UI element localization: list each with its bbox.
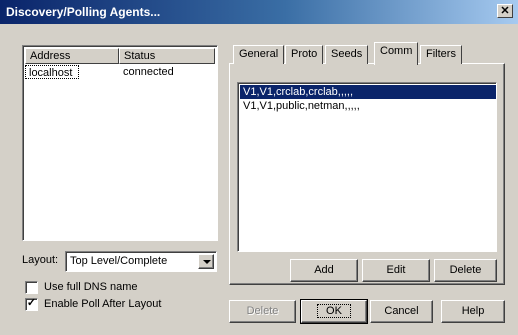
tab-general[interactable]: General bbox=[233, 45, 285, 64]
column-header-address[interactable]: Address bbox=[25, 48, 120, 64]
column-header-status[interactable]: Status bbox=[119, 48, 215, 64]
full-dns-checkbox[interactable] bbox=[25, 281, 38, 294]
layout-select-value: Top Level/Complete bbox=[70, 255, 168, 267]
help-button[interactable]: Help bbox=[441, 300, 505, 323]
list-item[interactable]: V1,V1,public,netman,,,,, bbox=[240, 99, 496, 113]
window-title: Discovery/Polling Agents... bbox=[6, 5, 161, 19]
ok-button[interactable]: OK bbox=[300, 299, 368, 324]
layout-label: Layout: bbox=[22, 254, 59, 266]
ok-button-label: OK bbox=[317, 304, 351, 318]
dialog-window: Discovery/Polling Agents... ✕ Address St… bbox=[0, 0, 518, 335]
close-button[interactable]: ✕ bbox=[497, 4, 513, 18]
chevron-down-icon bbox=[203, 260, 211, 264]
title-bar[interactable]: Discovery/Polling Agents... ✕ bbox=[0, 0, 518, 24]
community-list[interactable]: V1,V1,crclab,crclab,,,,, V1,V1,public,ne… bbox=[237, 82, 497, 252]
poll-after-layout-checkbox[interactable]: ✓ bbox=[25, 297, 38, 311]
delete-button[interactable]: Delete bbox=[229, 300, 296, 323]
agents-list[interactable]: Address Status localhost connected bbox=[22, 45, 218, 241]
tab-seeds[interactable]: Seeds bbox=[325, 45, 369, 64]
tab-filters[interactable]: Filters bbox=[420, 45, 462, 64]
list-item[interactable]: V1,V1,crclab,crclab,,,,, bbox=[240, 85, 496, 99]
add-button[interactable]: Add bbox=[290, 259, 358, 282]
check-icon: ✓ bbox=[26, 297, 37, 309]
layout-select[interactable]: Top Level/Complete bbox=[65, 251, 217, 272]
tab-comm[interactable]: Comm bbox=[374, 42, 419, 65]
tab-proto[interactable]: Proto bbox=[285, 45, 324, 64]
layout-dropdown-button[interactable] bbox=[198, 254, 214, 269]
table-row[interactable]: localhost connected bbox=[25, 65, 199, 79]
close-icon: ✕ bbox=[500, 5, 510, 17]
cancel-button[interactable]: Cancel bbox=[370, 300, 433, 323]
edit-button[interactable]: Edit bbox=[362, 259, 430, 282]
delete-comm-button[interactable]: Delete bbox=[434, 259, 497, 282]
agent-status: connected bbox=[123, 66, 174, 78]
agent-address[interactable]: localhost bbox=[25, 65, 79, 79]
full-dns-label[interactable]: Use full DNS name bbox=[44, 281, 138, 293]
poll-after-layout-label[interactable]: Enable Poll After Layout bbox=[44, 298, 161, 310]
agents-list-header: Address Status bbox=[25, 48, 215, 64]
